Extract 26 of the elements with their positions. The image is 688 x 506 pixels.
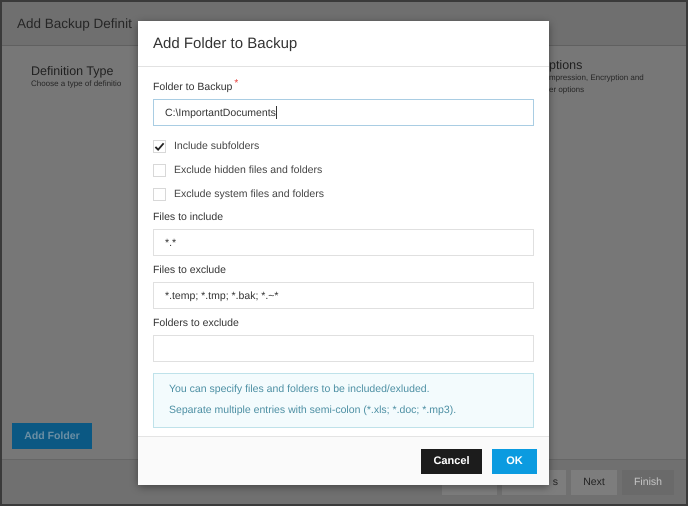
input-field[interactable]: *.*	[153, 229, 534, 256]
step-description: Choose a type of definitio	[31, 78, 122, 90]
required-mark: *	[234, 78, 238, 89]
checkbox-label: Exclude hidden files and folders	[174, 164, 322, 176]
field-label: Folder to Backup	[153, 81, 232, 93]
field-label: Files to exclude	[153, 264, 226, 276]
step-title: Definition Type	[31, 64, 114, 78]
checkbox-label: Include subfolders	[174, 140, 260, 152]
input-field[interactable]	[153, 335, 534, 362]
input-field[interactable]: *.temp; *.tmp; *.bak; *.~*	[153, 282, 534, 309]
step-description: mpression, Encryption and	[549, 72, 645, 84]
info-text: You can specify files and folders to be included/exluded.	[169, 383, 431, 395]
dialog-title: Add Folder to Backup	[153, 35, 298, 52]
field-label: Files to include	[153, 211, 224, 223]
info-text: Separate multiple entries with semi-colon (*.xls; *.doc; *.mp3).	[169, 404, 458, 416]
checkbox[interactable]	[153, 188, 166, 200]
checkbox-label: Exclude system files and folders	[174, 188, 324, 200]
checkbox[interactable]	[153, 164, 166, 176]
step-description: er options	[549, 84, 586, 96]
cancel-button[interactable]: Cancel	[421, 448, 482, 474]
checkbox[interactable]	[153, 140, 166, 152]
page-title: Add Backup Definit	[17, 16, 132, 31]
field-label: Folders to exclude	[153, 317, 239, 329]
step-title: ptions	[549, 58, 584, 72]
input-field[interactable]: C:\ImportantDocuments	[153, 99, 534, 126]
wizard-button[interactable]: Next	[571, 470, 617, 494]
